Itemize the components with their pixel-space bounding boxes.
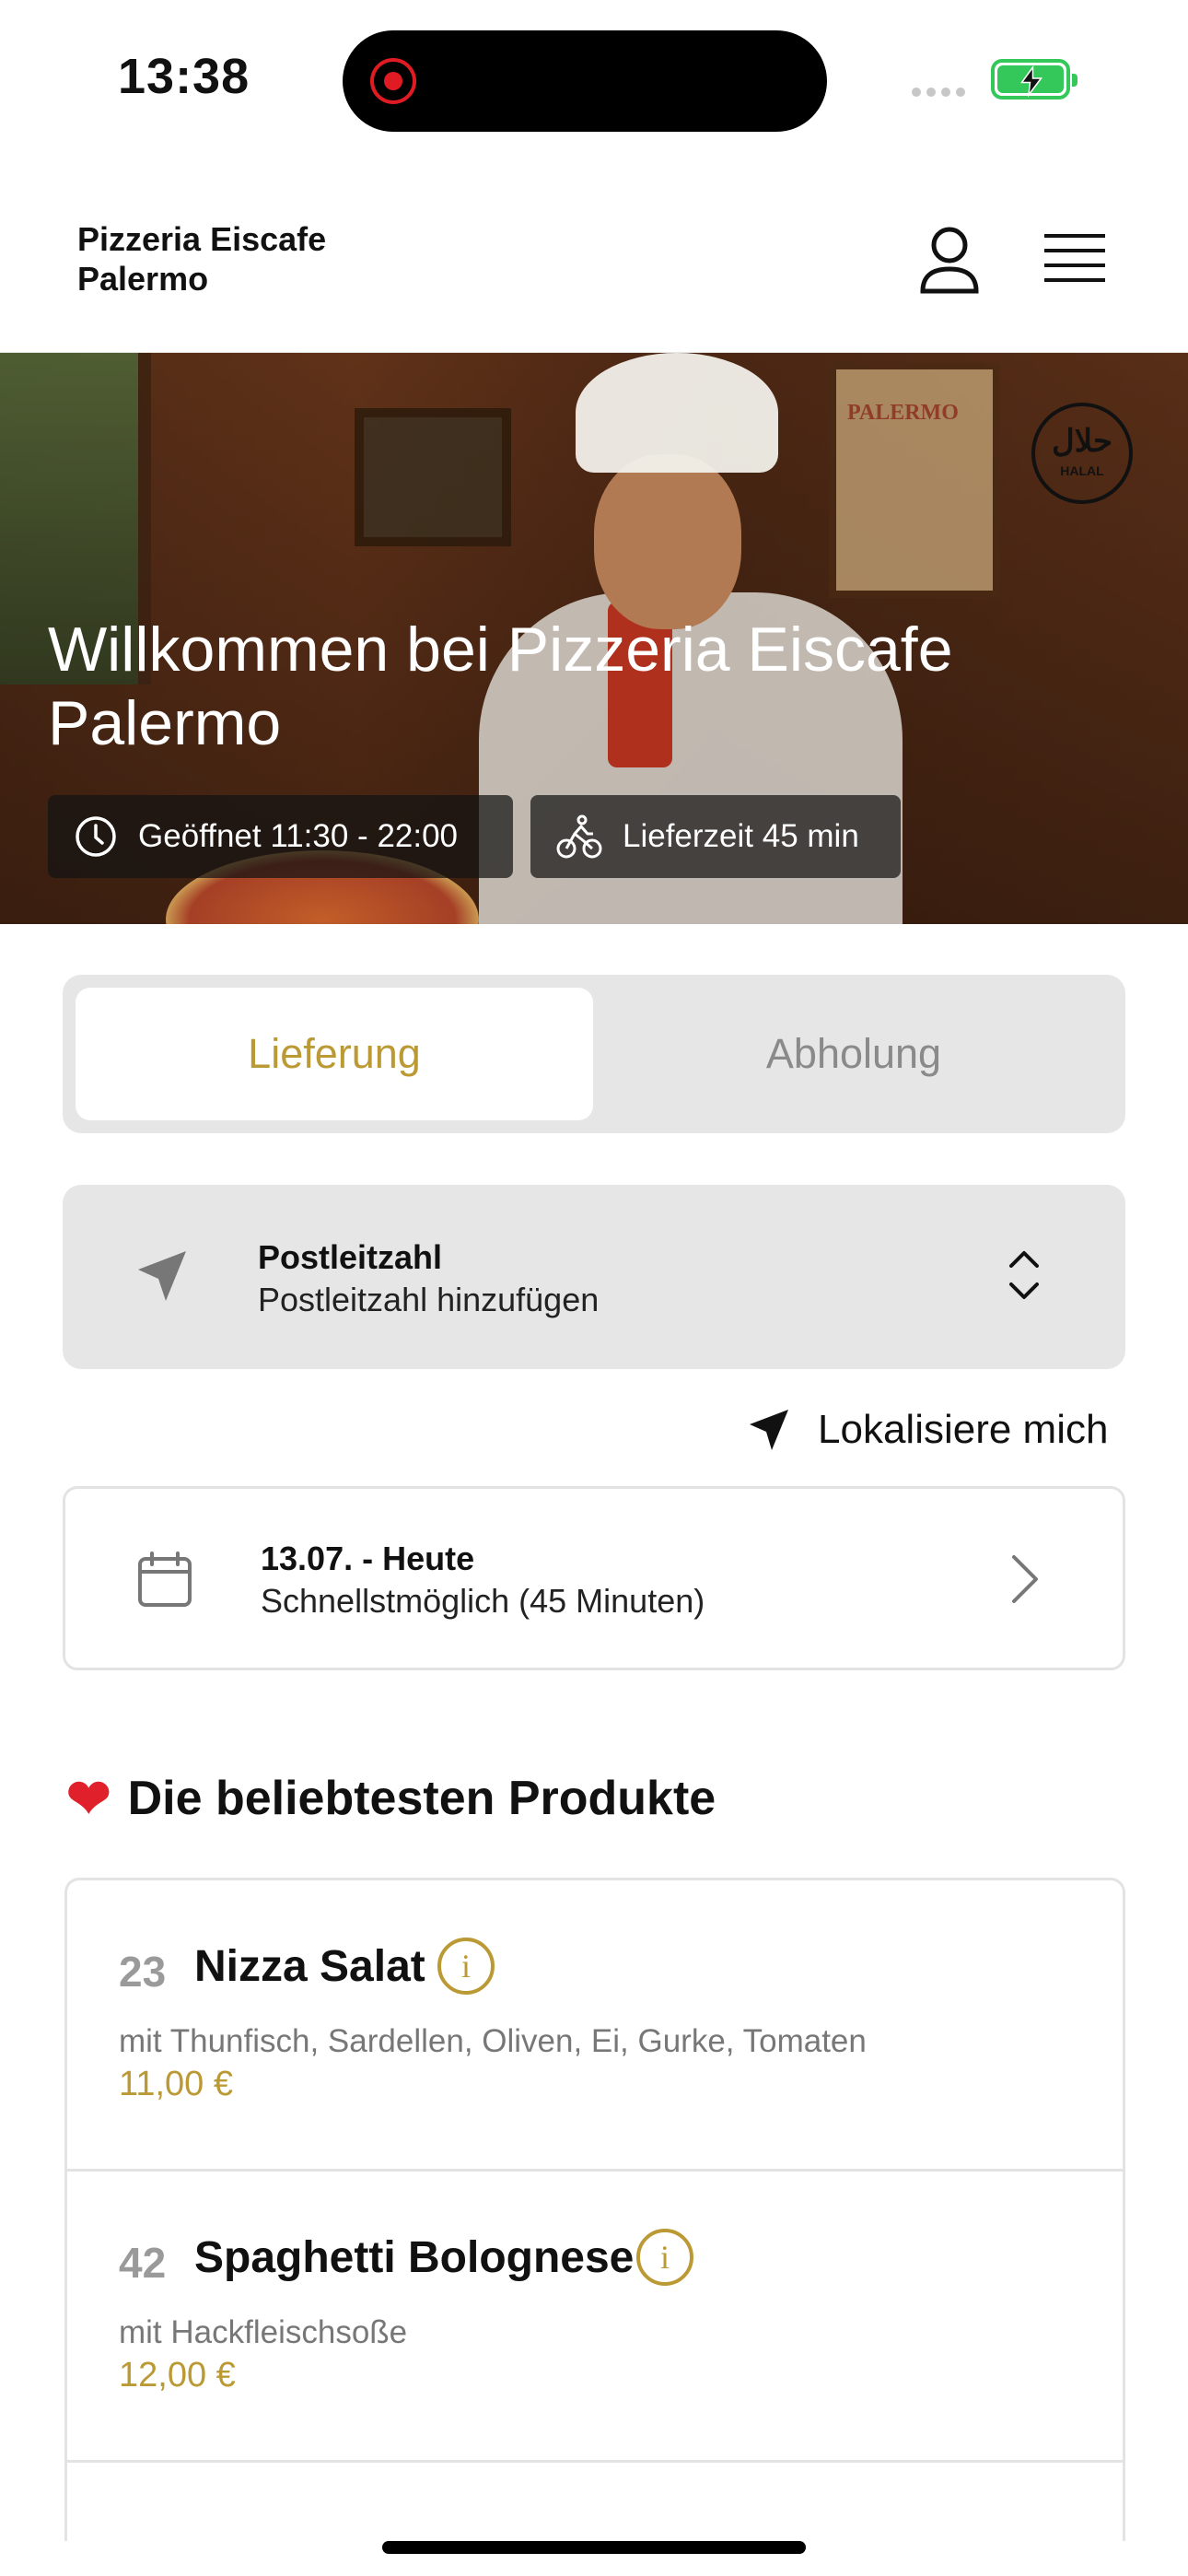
heart-icon: ❤ <box>66 1769 111 1829</box>
product-number: 42 <box>119 2239 167 2287</box>
postcode-placeholder: Postleitzahl hinzufügen <box>258 1281 600 1318</box>
info-icon[interactable]: i <box>636 2229 693 2286</box>
status-bar: 13:38 <box>0 0 1188 157</box>
popular-products-heading: ❤ Die beliebtesten Produkte <box>66 1767 716 1830</box>
product-price: 12,00 € <box>119 2356 236 2395</box>
status-time: 13:38 <box>118 49 250 104</box>
calendar-icon <box>135 1550 194 1613</box>
home-indicator[interactable] <box>382 2541 806 2554</box>
product-description: mit Thunfisch, Sardellen, Oliven, Ei, Gu… <box>119 2023 867 2059</box>
halal-badge-icon: حلال HALAL <box>1031 403 1133 504</box>
postcode-selector[interactable]: Postleitzahl Postleitzahl hinzufügen <box>63 1185 1125 1369</box>
product-item[interactable]: 42 Spaghetti Bolognese i mit Hackfleisch… <box>67 2172 1123 2463</box>
chef-face-illustration <box>594 454 741 629</box>
hero-banner: PALERMO حلال HALAL Willkommen bei Pizzer… <box>0 353 1188 924</box>
delivery-time-badge: Lieferzeit 45 min <box>530 795 901 878</box>
product-description: mit Hackfleischsoße <box>119 2314 408 2350</box>
brand-name[interactable]: Pizzeria Eiscafe Palermo <box>77 219 427 299</box>
bike-courier-icon <box>556 814 602 859</box>
dynamic-island <box>343 30 827 132</box>
hero-painting-decoration <box>355 408 511 546</box>
user-icon[interactable] <box>917 225 982 299</box>
product-name: Nizza Salat <box>194 1942 425 1991</box>
delivery-date-selector[interactable]: 13.07. - Heute Schnellstmöglich (45 Minu… <box>63 1486 1125 1670</box>
screen-recording-icon <box>370 58 416 104</box>
product-number: 23 <box>119 1948 167 1996</box>
clock-icon <box>76 816 116 857</box>
location-arrow-icon <box>750 1410 788 1450</box>
locate-me-label: Lokalisiere mich <box>818 1407 1109 1452</box>
product-name: Spaghetti Bolognese <box>194 2233 635 2282</box>
opening-hours-badge: Geöffnet 11:30 - 22:00 <box>48 795 513 878</box>
tab-pickup[interactable]: Abholung <box>595 988 1112 1120</box>
product-item[interactable]: 23 Nizza Salat i mit Thunfisch, Sardelle… <box>67 1880 1123 2172</box>
postcode-label: Postleitzahl <box>258 1238 443 1276</box>
chevron-up-down-icon <box>1006 1246 1042 1309</box>
signal-icon <box>912 85 971 101</box>
app-header: Pizzeria Eiscafe Palermo <box>0 175 1188 353</box>
hero-poster-decoration <box>829 362 1000 598</box>
battery-charging-icon <box>991 59 1077 100</box>
locate-me-button[interactable]: Lokalisiere mich <box>748 1402 1108 1458</box>
opening-hours-text: Geöffnet 11:30 - 22:00 <box>138 818 459 854</box>
chevron-right-icon <box>1008 1553 1042 1610</box>
popular-products-title: Die beliebtesten Produkte <box>127 1772 716 1825</box>
hamburger-menu-icon[interactable] <box>1044 232 1107 290</box>
delivery-day: 13.07. - Heute <box>261 1540 475 1577</box>
chef-hat-illustration <box>576 353 778 473</box>
order-mode-toggle: Lieferung Abholung <box>63 975 1125 1133</box>
popular-products-list: 23 Nizza Salat i mit Thunfisch, Sardelle… <box>64 1878 1125 2541</box>
hero-poster-text: PALERMO <box>847 401 959 425</box>
info-icon[interactable]: i <box>437 1938 495 1995</box>
delivery-time-slot: Schnellstmöglich (45 Minuten) <box>261 1582 705 1620</box>
hero-title: Willkommen bei Pizzeria Eiscafe Palermo <box>48 615 953 758</box>
delivery-time-text: Lieferzeit 45 min <box>623 818 859 854</box>
product-price: 11,00 € <box>119 2065 233 2103</box>
tab-delivery[interactable]: Lieferung <box>76 988 593 1120</box>
navigation-arrow-icon <box>134 1247 190 1309</box>
